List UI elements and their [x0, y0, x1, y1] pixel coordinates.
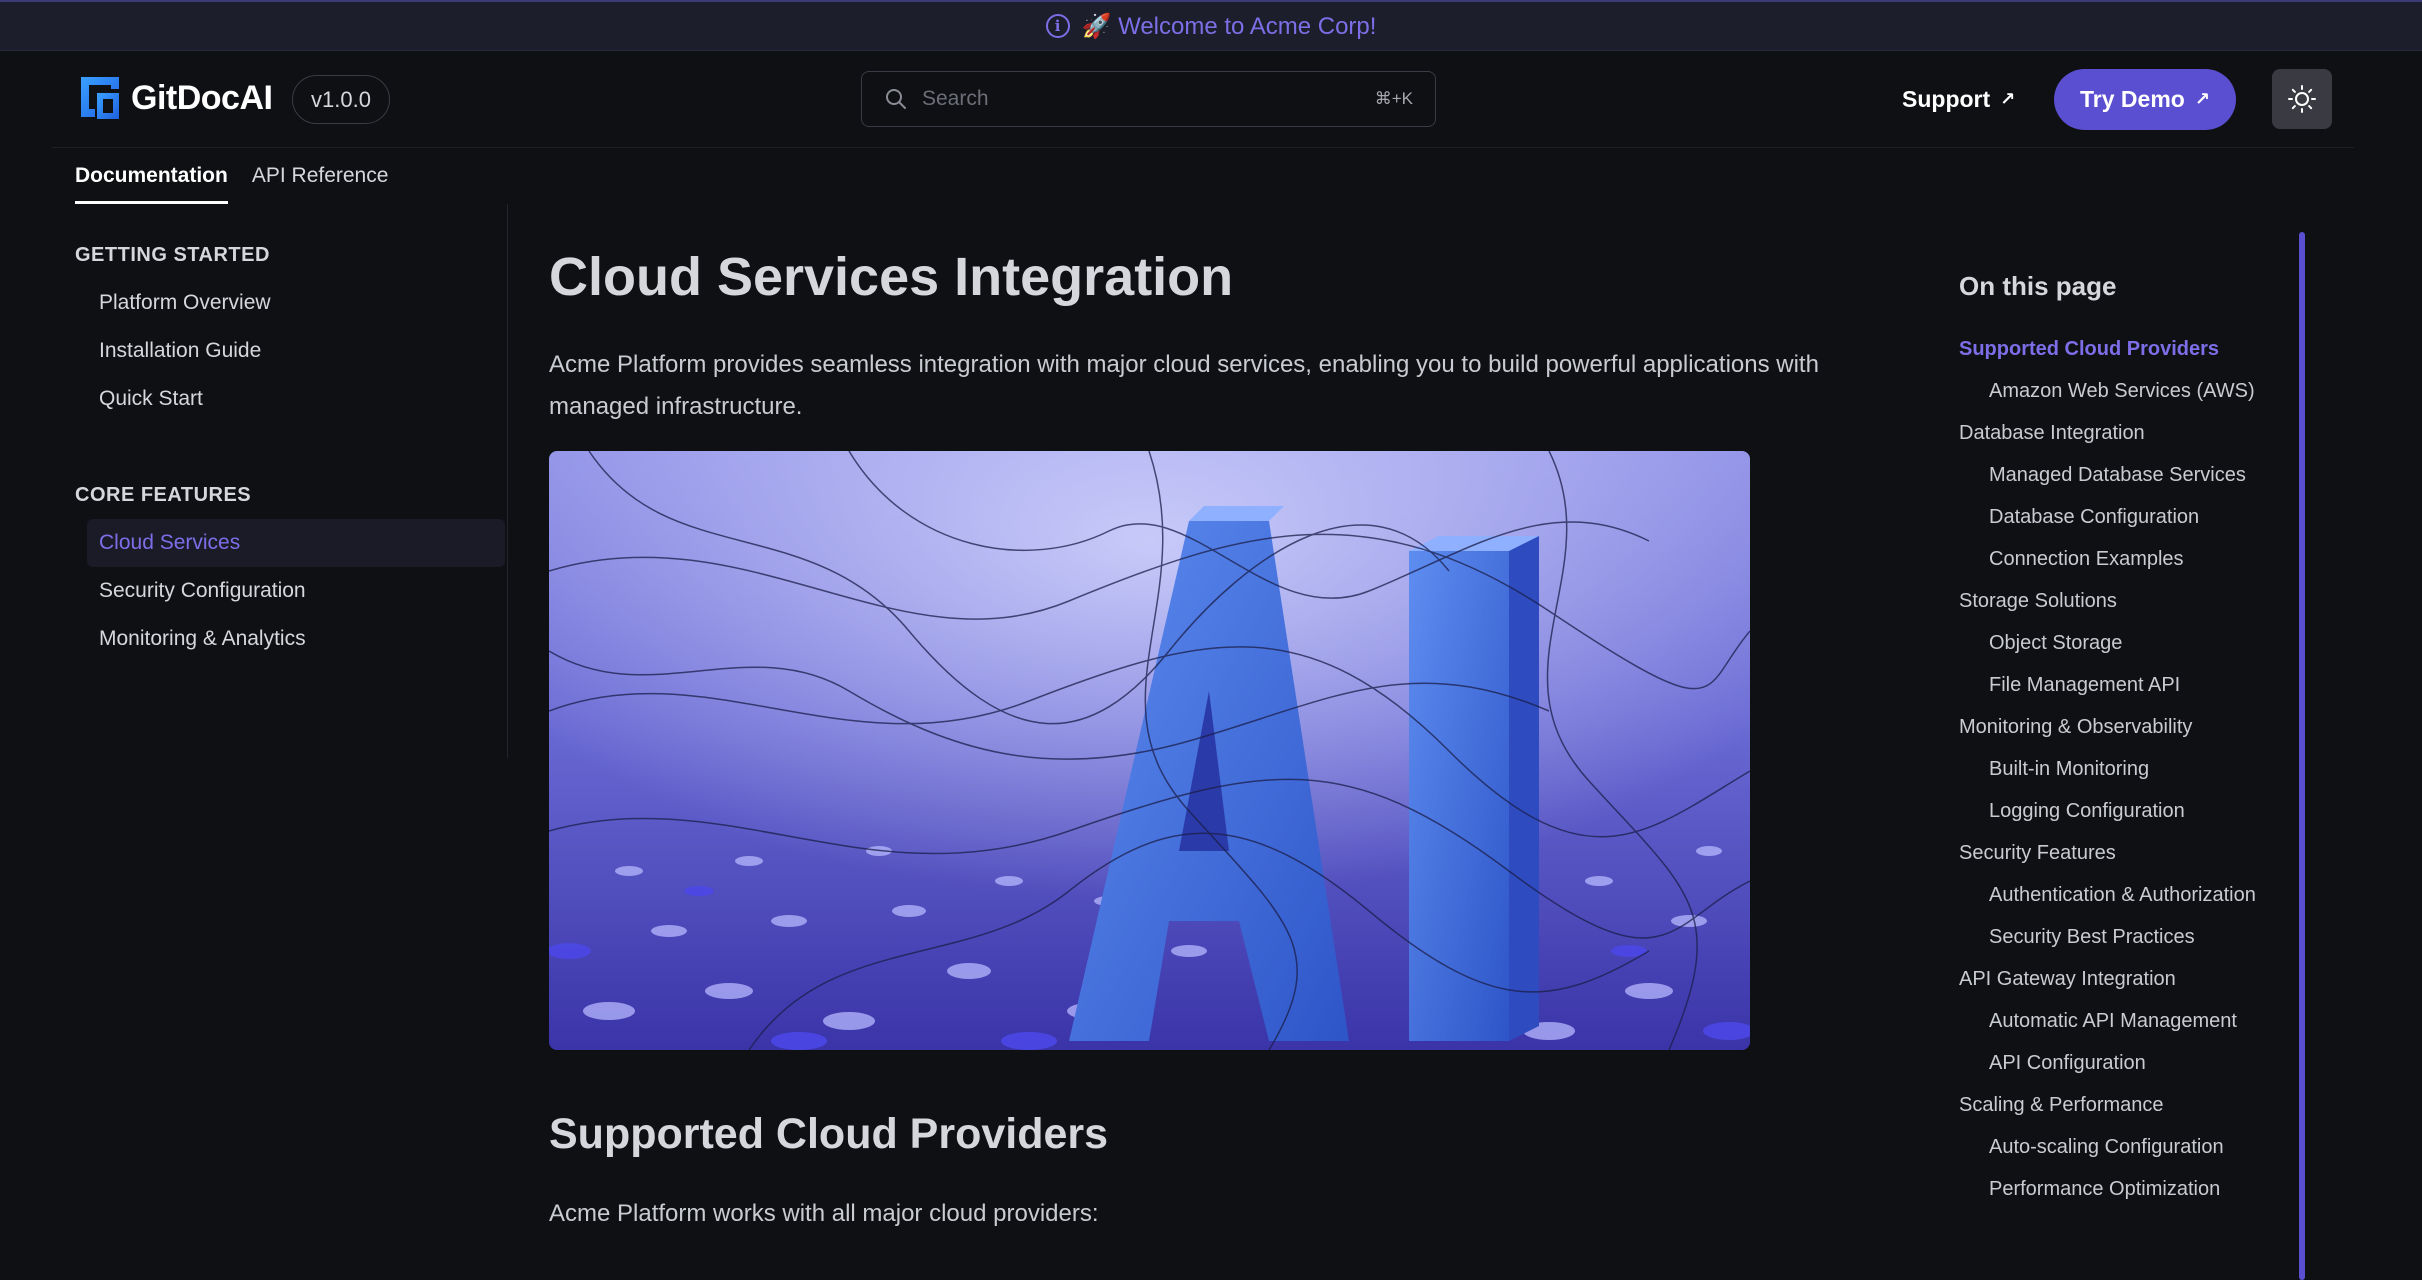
toc-item[interactable]: File Management API — [1959, 664, 2269, 706]
try-demo-label: Try Demo — [2080, 86, 2185, 112]
section-paragraph: Acme Platform works with all major cloud… — [549, 1200, 1099, 1227]
toc-item[interactable]: Security Best Practices — [1959, 916, 2269, 958]
toc-item[interactable]: Storage Solutions — [1959, 580, 2269, 622]
search-icon — [886, 89, 906, 109]
toc-item[interactable]: Performance Optimization — [1959, 1168, 2269, 1210]
sun-icon — [2288, 85, 2316, 113]
toc-item[interactable]: Monitoring & Observability — [1959, 706, 2269, 748]
info-icon: i — [1045, 14, 1070, 38]
toc-item[interactable]: Supported Cloud Providers — [1959, 328, 2269, 370]
sidebar-item-platform-overview[interactable]: Platform Overview — [75, 279, 490, 327]
search-input[interactable] — [922, 87, 1375, 111]
toc-scroll-indicator — [2299, 232, 2305, 1280]
tab-documentation[interactable]: Documentation — [75, 148, 228, 204]
toc-item[interactable]: Auto-scaling Configuration — [1959, 1126, 2269, 1168]
try-demo-button[interactable]: Try Demo ↗ — [2054, 69, 2236, 130]
sidebar: GETTING STARTED Platform Overview Instal… — [52, 204, 508, 758]
sidebar-item-cloud-services[interactable]: Cloud Services — [87, 519, 505, 567]
logo[interactable]: GitDocAI — [75, 73, 273, 123]
toc-item[interactable]: Connection Examples — [1959, 538, 2269, 580]
toc-item[interactable]: Database Configuration — [1959, 496, 2269, 538]
section-heading: Supported Cloud Providers — [549, 1110, 1109, 1158]
intro-paragraph: Acme Platform provides seamless integrat… — [549, 351, 1819, 420]
sidebar-section-core-features: CORE FEATURES Cloud Services Security Co… — [75, 471, 505, 663]
toc-item[interactable]: Logging Configuration — [1959, 790, 2269, 832]
toc-item[interactable]: API Gateway Integration — [1959, 958, 2269, 1000]
sidebar-item-quick-start[interactable]: Quick Start — [75, 375, 490, 423]
external-arrow-icon: ↗ — [2194, 89, 2210, 109]
announcement-banner: i 🚀 Welcome to Acme Corp! — [0, 0, 2422, 51]
toc-item[interactable]: Scaling & Performance — [1959, 1084, 2269, 1126]
support-label: Support — [1902, 86, 1991, 112]
toc-item[interactable]: Security Features — [1959, 832, 2269, 874]
gitdocai-logo-icon — [81, 77, 119, 119]
logo-text: GitDocAI — [131, 78, 273, 117]
banner-text: 🚀 Welcome to Acme Corp! — [1081, 12, 1377, 40]
toc-title: On this page — [1959, 271, 2117, 301]
toc-item[interactable]: Automatic API Management — [1959, 1000, 2269, 1042]
toc-item[interactable]: Database Integration — [1959, 412, 2269, 454]
external-arrow-icon: ↗ — [2000, 89, 2016, 109]
sidebar-item-monitoring-analytics[interactable]: Monitoring & Analytics — [75, 615, 490, 663]
tab-api-reference[interactable]: API Reference — [252, 148, 389, 204]
table-of-contents: On this page Supported Cloud Providers A… — [1959, 232, 2269, 1200]
support-link[interactable]: Support ↗ — [1902, 86, 2015, 113]
toc-item[interactable]: Managed Database Services — [1959, 454, 2269, 496]
top-tabs: Documentation API Reference — [75, 148, 412, 204]
sidebar-item-installation-guide[interactable]: Installation Guide — [75, 327, 490, 375]
search-box[interactable]: ⌘+K — [861, 71, 1436, 127]
toc-list: Supported Cloud Providers Amazon Web Ser… — [1959, 328, 2269, 1210]
sidebar-heading: CORE FEATURES — [75, 484, 252, 506]
search-shortcut: ⌘+K — [1374, 89, 1413, 108]
sidebar-section-getting-started: GETTING STARTED Platform Overview Instal… — [75, 231, 490, 423]
toc-item[interactable]: Object Storage — [1959, 622, 2269, 664]
sidebar-heading: GETTING STARTED — [75, 244, 270, 266]
toc-item[interactable]: Authentication & Authorization — [1959, 874, 2269, 916]
version-badge[interactable]: v1.0.0 — [292, 75, 390, 124]
sidebar-item-security-configuration[interactable]: Security Configuration — [75, 567, 490, 615]
top-header: GitDocAI v1.0.0 ⌘+K Support ↗ Try Demo ↗ — [52, 51, 2354, 148]
theme-toggle-button[interactable] — [2272, 69, 2332, 129]
page-title: Cloud Services Integration — [549, 247, 1234, 307]
hero-image — [549, 451, 1750, 1050]
toc-item[interactable]: Built-in Monitoring — [1959, 748, 2269, 790]
toc-item[interactable]: API Configuration — [1959, 1042, 2269, 1084]
toc-item[interactable]: Amazon Web Services (AWS) — [1959, 370, 2269, 412]
